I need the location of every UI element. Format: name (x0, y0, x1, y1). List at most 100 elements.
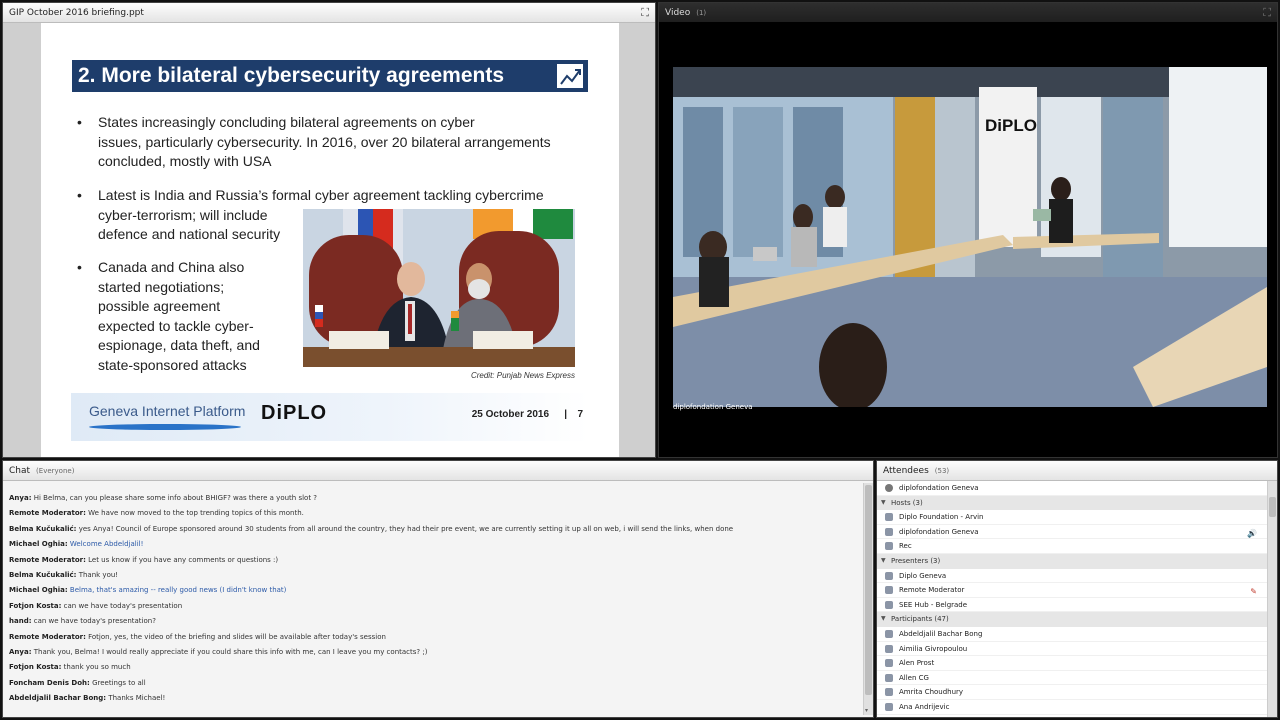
video-count: (1) (696, 8, 707, 17)
chat-scrollbar[interactable]: ▾ (863, 483, 873, 715)
chat-text: We have now moved to the top trending to… (88, 509, 304, 518)
attendee-name: Diplo Foundation - Arvin (899, 513, 984, 522)
attendee-name: diplofondation Geneva (899, 484, 979, 492)
attendee-row[interactable]: Aimilia Givropoulou (877, 642, 1269, 657)
attendee-row[interactable]: Alen Prost (877, 656, 1269, 671)
attendee-row[interactable]: Rec (877, 539, 1269, 554)
group-participants[interactable]: ▼ Participants (47) (877, 612, 1269, 627)
group-label: Participants (47) (891, 615, 949, 624)
chat-text: Fotjon, yes, the video of the briefing a… (88, 632, 386, 641)
attendee-count: (53) (934, 466, 950, 475)
slide-page-number: 7 (577, 409, 583, 420)
attendee-name: Rec (899, 542, 912, 551)
chat-scroll-thumb[interactable] (865, 485, 872, 695)
chat-text: Let us know if you have any comments or … (88, 555, 279, 564)
attendees-scrollbar[interactable] (1267, 481, 1277, 717)
attendee-name: Alen Prost (899, 659, 935, 668)
collapse-triangle-icon[interactable]: ▼ (881, 554, 886, 569)
chat-message: Anya: Thank you, Belma! I would really a… (9, 645, 865, 660)
chat-message: Remote Moderator: We have now moved to t… (9, 506, 865, 521)
group-label: Presenters (3) (891, 556, 941, 565)
chat-sender: Remote Moderator: (9, 509, 86, 518)
chat-message-list[interactable]: Anya: Hi Belma, can you please share som… (3, 483, 865, 715)
chat-sender: Fotjon Kosta: (9, 663, 62, 672)
attendees-pod: Attendees (53) diplofondation Geneva ▼ Ho… (876, 460, 1278, 718)
attendee-self[interactable]: diplofondation Geneva (877, 481, 1269, 496)
attendee-name: Aimilia Givropoulou (899, 644, 968, 653)
chat-sender: Michael Oghia: (9, 586, 68, 595)
gip-swoosh (89, 424, 241, 430)
group-hosts[interactable]: ▼ Hosts (3) (877, 495, 1269, 511)
chat-message: Michael Oghia: Belma, that's amazing -- … (9, 583, 865, 598)
attendee-row[interactable]: Ana Andrijevic (877, 700, 1269, 715)
chat-text: Hi Belma, can you please share some info… (33, 494, 318, 502)
bullet-3-line: possible agreement (98, 298, 221, 314)
chat-text: Thank you! (78, 570, 119, 579)
slide-title-text: 2. More bilateral cybersecurity agreemen… (78, 64, 505, 87)
participant-icon (885, 673, 893, 682)
collapse-triangle-icon[interactable]: ▼ (881, 612, 886, 627)
bullet-1-line: concluded, mostly with USA (98, 153, 272, 169)
attendee-name: Diplo Geneva (899, 571, 947, 580)
attendee-row[interactable]: SEE Hub - Belgrade (877, 598, 1269, 613)
slide-bullet-3: • Canada and China also started negotiat… (77, 258, 298, 375)
group-label: Hosts (3) (891, 498, 923, 507)
video-pod: Video (1) ⛶ DiPLO diplofondation Geneva (658, 2, 1278, 458)
participant-icon (885, 688, 893, 697)
chat-sender: Belma Kučukalić: (9, 570, 77, 579)
attendee-row[interactable]: Allen CG (877, 671, 1269, 686)
video-stream[interactable]: DiPLO (673, 67, 1267, 407)
collapse-triangle-icon[interactable]: ▼ (881, 496, 886, 511)
attendee-list[interactable]: diplofondation Geneva ▼ Hosts (3) Diplo F… (877, 481, 1269, 717)
chat-message: hand: can we have today's presentation? (9, 614, 865, 629)
slide-footer: Geneva Internet Platform DiPLO 25 Octobe… (71, 393, 589, 441)
host-icon (885, 527, 893, 536)
chat-message: Fotjon Kosta: thank you so much (9, 660, 865, 675)
presenter-icon (885, 600, 893, 609)
attendee-row[interactable]: Abdeldjalil Bachar Bong (877, 627, 1269, 642)
fullscreen-icon[interactable]: ⛶ (641, 7, 649, 18)
video-pod-header: Video (1) ⛶ (659, 3, 1277, 23)
attendee-row[interactable]: Diplo Geneva (877, 569, 1269, 584)
slide: 2. More bilateral cybersecurity agreemen… (41, 23, 619, 457)
trend-chart-icon (556, 63, 584, 89)
chat-sender: Anya: (9, 647, 32, 656)
footer-separator: | (564, 409, 567, 420)
attendees-scroll-thumb[interactable] (1269, 497, 1276, 517)
chat-message: Remote Moderator: Let us know if you hav… (9, 553, 865, 568)
attendee-name: diplofondation Geneva (899, 527, 979, 536)
attendee-row[interactable]: Amrita Choudhury (877, 685, 1269, 700)
bullet-dot: • (77, 259, 82, 275)
participant-icon (885, 629, 893, 638)
chat-message: Foncham Denis Doh: Greetings to all (9, 676, 865, 691)
attendee-row[interactable]: diplofondation Geneva 🔊 (877, 525, 1269, 540)
attendee-row[interactable]: Diplo Foundation - Arvin (877, 510, 1269, 525)
bullet-3-line: espionage, data theft, and (98, 337, 260, 353)
scroll-down-icon[interactable]: ▾ (865, 707, 868, 714)
chat-text: Greetings to all (92, 678, 146, 687)
fullscreen-icon[interactable]: ⛶ (1263, 7, 1271, 18)
chat-text: can we have today's presentation? (33, 617, 156, 626)
chat-message: Remote Moderator: Fotjon, yes, the video… (9, 630, 865, 645)
chat-pod-header: Chat (Everyone) (3, 461, 873, 481)
bullet-dot: • (77, 114, 82, 130)
chat-message: Abdeldjalil Bachar Bong: Thanks Michael! (9, 691, 865, 706)
participant-icon (885, 702, 893, 711)
chat-pod-title: Chat (9, 465, 31, 476)
attendee-name: Allen CG (899, 673, 929, 682)
gip-logo-text: Geneva Internet Platform (89, 403, 246, 419)
chat-sender: Michael Oghia: (9, 540, 68, 549)
chat-text: Thanks Michael! (108, 694, 166, 703)
attendees-pod-title: Attendees (883, 465, 929, 476)
attendees-pod-header: Attendees (53) (877, 461, 1277, 481)
slide-pod: GIP October 2016 briefing.ppt ⛶ 2. More … (2, 2, 656, 458)
attendee-row[interactable]: Remote Moderator ✎ (877, 583, 1269, 598)
bullet-dot: • (77, 187, 82, 203)
chat-audience[interactable]: (Everyone) (36, 467, 74, 475)
bullet-1-line: States increasingly concluding bilateral… (98, 114, 475, 130)
bullet-1-line: issues, particularly cybersecurity. In 2… (98, 133, 551, 150)
group-presenters[interactable]: ▼ Presenters (3) (877, 553, 1269, 569)
chat-sender: Anya: (9, 494, 32, 502)
chat-sender: Belma Kučukalić: (9, 524, 77, 533)
video-caption: diplofondation Geneva (673, 403, 753, 411)
